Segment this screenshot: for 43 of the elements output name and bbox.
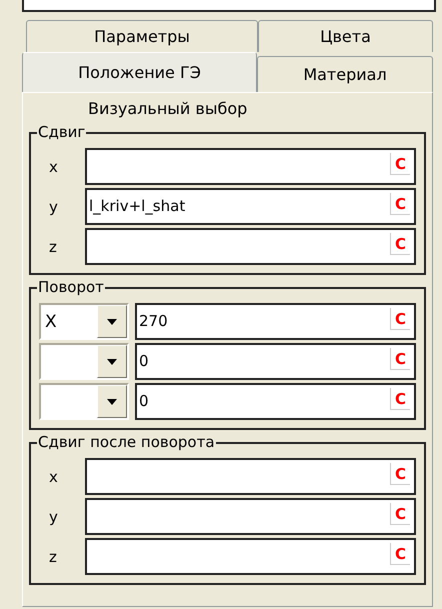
tab[interactable]: Параметры [26, 20, 258, 52]
tab[interactable]: Материал [257, 56, 433, 92]
field-value: 0 [139, 391, 150, 412]
visual-choice-label: Визуальный выбор [87, 99, 248, 118]
clear-button[interactable]: C [390, 388, 410, 410]
clear-button[interactable]: C [390, 503, 410, 525]
axis-dropdown[interactable] [39, 343, 129, 380]
axis-label: y [48, 508, 59, 526]
text-field[interactable] [22, 0, 436, 12]
group-title: Сдвиг после поворота [37, 433, 216, 451]
clear-button[interactable]: C [390, 153, 410, 175]
clear-button[interactable]: C [390, 463, 410, 485]
axis-dropdown[interactable] [39, 383, 129, 420]
clear-button[interactable]: C [390, 233, 410, 255]
input-field[interactable]: C [85, 498, 416, 535]
input-field[interactable]: C [85, 228, 416, 265]
axis-label: x [48, 468, 59, 486]
dropdown-arrow-icon [107, 318, 117, 324]
input-field[interactable]: 270 C [135, 303, 416, 340]
group-title: Поворот [37, 278, 105, 296]
axis-label: x [48, 158, 59, 176]
group-title: Сдвиг [37, 123, 86, 141]
field-value: 0 [139, 351, 150, 372]
input-field[interactable]: 0 C [135, 343, 416, 380]
axis-dropdown[interactable]: X [39, 303, 129, 340]
clear-button[interactable]: C [390, 348, 410, 370]
clear-button[interactable]: C [390, 308, 410, 330]
input-field[interactable]: C [85, 148, 416, 185]
clear-button[interactable]: C [390, 193, 410, 215]
dropdown-arrow-icon [107, 358, 117, 364]
axis-label: z [48, 548, 58, 566]
tab[interactable]: Цвета [258, 20, 433, 52]
dropdown-arrow-icon [107, 398, 117, 404]
tab[interactable]: Положение ГЭ [22, 52, 257, 92]
axis-label: z [48, 238, 58, 256]
clear-button[interactable]: C [390, 543, 410, 565]
axis-label: y [48, 198, 59, 216]
input-field[interactable]: 0 C [135, 383, 416, 420]
field-value: l_kriv+l_shat [89, 196, 186, 217]
input-field[interactable]: l_kriv+l_shat C [85, 188, 416, 225]
input-field[interactable]: C [85, 538, 416, 575]
input-field[interactable]: C [85, 458, 416, 495]
field-value: 270 [139, 311, 169, 332]
